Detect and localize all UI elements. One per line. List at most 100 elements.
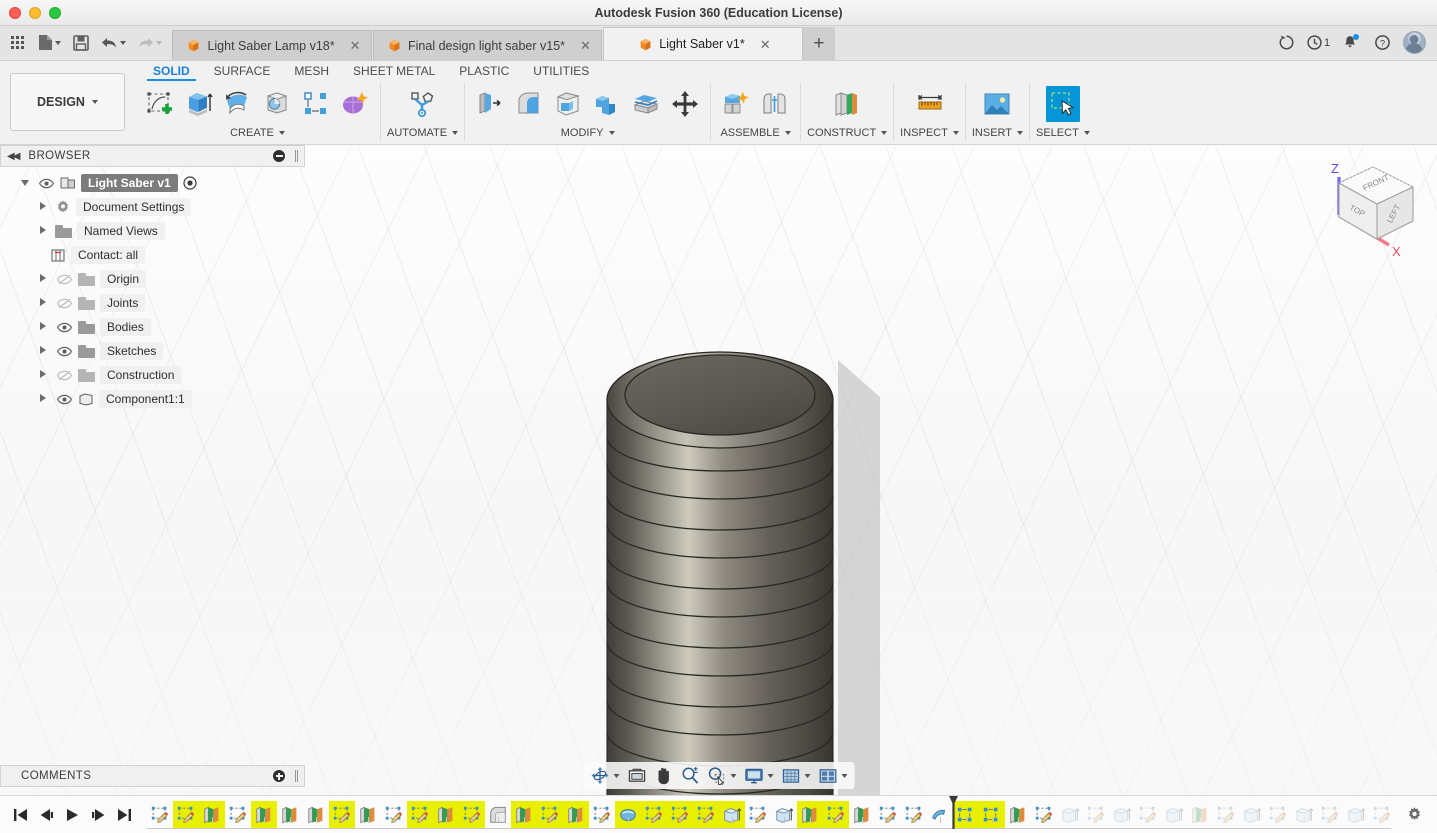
timeline-feature[interactable] (771, 801, 797, 828)
timeline-feature[interactable] (901, 801, 927, 828)
activate-component-icon[interactable] (183, 176, 197, 190)
timeline-feature[interactable] (1239, 801, 1265, 828)
sweep-tool[interactable] (260, 86, 294, 122)
close-tab-button[interactable]: ✕ (580, 39, 591, 52)
resize-grip[interactable] (295, 150, 298, 162)
measure-tool[interactable] (913, 86, 947, 122)
visibility-toggle[interactable] (37, 178, 55, 189)
timeline-feature[interactable] (1161, 801, 1187, 828)
timeline-feature[interactable] (1109, 801, 1135, 828)
timeline-feature[interactable] (537, 801, 563, 828)
timeline-feature[interactable] (511, 801, 537, 828)
chevron-down-icon[interactable] (1017, 130, 1023, 135)
collapse-panel-icon[interactable]: ◀◀ (7, 151, 20, 162)
timeline-feature[interactable] (641, 801, 667, 828)
timeline-feature[interactable] (1317, 801, 1343, 828)
minimize-window-button[interactable] (29, 6, 41, 19)
ribbon-tab-plastic[interactable]: PLASTIC (447, 61, 521, 78)
expand-toggle[interactable] (36, 226, 50, 236)
chevron-down-icon[interactable] (881, 130, 888, 135)
ribbon-tab-sheet-metal[interactable]: SHEET METAL (341, 61, 447, 78)
visibility-toggle[interactable] (55, 394, 73, 405)
timeline-feature[interactable] (173, 801, 199, 828)
maximize-window-button[interactable] (49, 6, 61, 19)
joint-tool[interactable] (758, 86, 792, 122)
tree-item-document-settings[interactable]: Document Settings (0, 195, 305, 219)
tree-item-construction[interactable]: Construction (0, 363, 305, 387)
timeline-play[interactable] (64, 806, 81, 823)
expand-toggle[interactable] (36, 394, 50, 404)
timeline-feature[interactable] (1213, 801, 1239, 828)
undo-button[interactable] (96, 30, 130, 56)
timeline-feature[interactable] (563, 801, 589, 828)
chevron-down-icon[interactable] (613, 773, 619, 778)
revolve-tool[interactable] (221, 86, 255, 122)
timeline-feature[interactable] (433, 801, 459, 828)
create-form-tool[interactable] (338, 86, 372, 122)
offset-plane-tool[interactable] (830, 86, 864, 122)
ribbon-tab-mesh[interactable]: MESH (282, 61, 341, 78)
timeline-feature[interactable] (485, 801, 511, 828)
timeline-feature[interactable] (693, 801, 719, 828)
top-face[interactable] (624, 354, 816, 436)
view-cube[interactable]: Z X FRONT TOP LEFT (1315, 157, 1425, 269)
timeline-feature[interactable] (1057, 801, 1083, 828)
timeline-feature[interactable] (875, 801, 901, 828)
expand-toggle[interactable] (36, 346, 50, 356)
zoom-button[interactable] (677, 764, 702, 788)
shell-tool[interactable] (551, 86, 585, 122)
timeline-settings[interactable] (1391, 806, 1437, 823)
visibility-toggle[interactable] (55, 370, 73, 381)
grid-snaps-button[interactable] (778, 764, 813, 788)
pan-button[interactable] (651, 764, 675, 788)
refresh-button[interactable] (1271, 28, 1301, 58)
file-button[interactable] (32, 30, 66, 56)
expand-toggle[interactable] (18, 178, 32, 188)
timeline-feature[interactable] (459, 801, 485, 828)
window-controls[interactable] (0, 6, 61, 19)
display-settings-button[interactable] (741, 764, 776, 788)
notifications-button[interactable] (1335, 28, 1365, 58)
app-grid-button[interactable] (4, 30, 30, 56)
timeline-feature[interactable] (615, 801, 641, 828)
timeline-feature[interactable] (667, 801, 693, 828)
offset-face-tool[interactable] (629, 86, 663, 122)
chevron-down-icon[interactable] (952, 130, 959, 135)
extrude-tool[interactable] (182, 86, 216, 122)
ribbon-tab-surface[interactable]: SURFACE (202, 61, 283, 78)
timeline-feature[interactable] (355, 801, 381, 828)
tree-item-named-views[interactable]: Named Views (0, 219, 305, 243)
chevron-down-icon[interactable] (784, 130, 791, 135)
timeline-feature[interactable] (1291, 801, 1317, 828)
orbit-button[interactable] (587, 764, 622, 788)
chevron-down-icon[interactable] (278, 130, 285, 135)
viewports-button[interactable] (815, 764, 850, 788)
move-copy-tool[interactable] (668, 86, 702, 122)
timeline-feature[interactable] (1005, 801, 1031, 828)
chevron-down-icon[interactable] (841, 773, 847, 778)
timeline-feature[interactable] (1187, 801, 1213, 828)
timeline-feature[interactable] (1083, 801, 1109, 828)
save-button[interactable] (68, 30, 94, 56)
tree-item-joints[interactable]: Joints (0, 291, 305, 315)
timeline-go-end[interactable] (116, 806, 133, 823)
timeline-feature[interactable] (381, 801, 407, 828)
timeline-feature[interactable] (407, 801, 433, 828)
document-tab-2[interactable]: Light Saber v1* ✕ (602, 27, 803, 60)
zoom-window-button[interactable] (704, 764, 739, 788)
timeline-marker[interactable] (949, 795, 958, 829)
timeline-feature[interactable] (849, 801, 875, 828)
close-window-button[interactable] (9, 6, 21, 19)
resize-grip[interactable] (295, 770, 298, 782)
chevron-down-icon[interactable] (804, 773, 810, 778)
chevron-down-icon[interactable] (608, 130, 615, 135)
close-tab-button[interactable]: ✕ (760, 38, 771, 51)
timeline-step-forward[interactable] (90, 806, 107, 823)
browser-minimize-icon[interactable] (273, 150, 285, 162)
timeline-track[interactable] (147, 795, 1391, 833)
tree-item-contact-all[interactable]: Contact: all (0, 243, 305, 267)
visibility-toggle[interactable] (55, 298, 73, 309)
create-sketch-tool[interactable] (143, 86, 177, 122)
ribbon-tab-solid[interactable]: SOLID (141, 61, 202, 81)
saber-body[interactable] (606, 351, 834, 795)
